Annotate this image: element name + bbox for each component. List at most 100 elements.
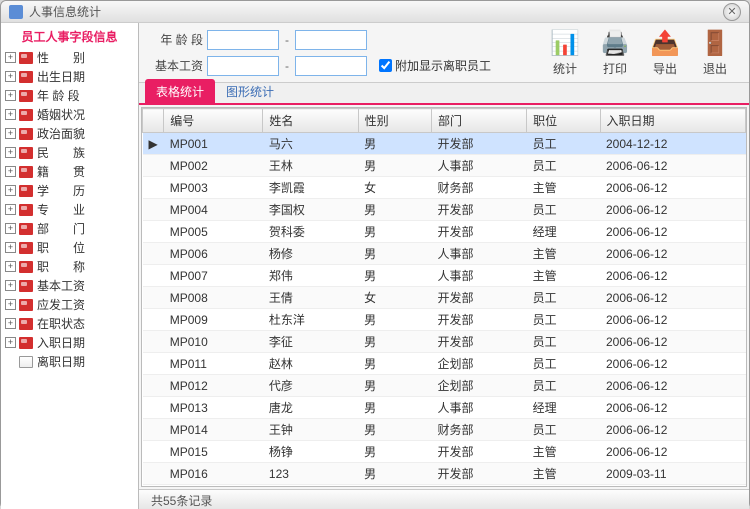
cell: 开发部: [431, 287, 526, 309]
column-header[interactable]: 编号: [164, 109, 263, 133]
tree-item[interactable]: +职 位: [1, 238, 138, 257]
expand-icon[interactable]: +: [5, 52, 16, 63]
table-row[interactable]: ▶MP001马六男开发部员工2004-12-12: [143, 133, 746, 155]
expand-icon[interactable]: +: [5, 109, 16, 120]
expand-icon[interactable]: +: [5, 204, 16, 215]
table-row[interactable]: MP013唐龙男人事部经理2006-06-12: [143, 397, 746, 419]
column-header[interactable]: 性别: [358, 109, 431, 133]
cell: MP011: [164, 353, 263, 375]
stats-button[interactable]: 📊统计: [549, 29, 581, 76]
tree-item[interactable]: +职 称: [1, 257, 138, 276]
cell: MP017: [164, 485, 263, 488]
cell: 开发部: [431, 309, 526, 331]
column-header[interactable]: 部门: [431, 109, 526, 133]
expand-icon[interactable]: +: [5, 71, 16, 82]
cell: 员工: [527, 133, 600, 155]
row-indicator: [143, 419, 164, 441]
tree-item[interactable]: + 政治面貌: [1, 124, 138, 143]
expand-icon[interactable]: +: [5, 223, 16, 234]
tree-item[interactable]: +入职日期: [1, 333, 138, 352]
cell: MP009: [164, 309, 263, 331]
print-button[interactable]: 🖨️打印: [599, 29, 631, 76]
cell: 唐龙: [263, 397, 358, 419]
expand-icon[interactable]: +: [5, 318, 16, 329]
tree-label: 在职状态: [37, 315, 85, 332]
exit-button[interactable]: 🚪退出: [699, 29, 731, 76]
tree-item[interactable]: +部 门: [1, 219, 138, 238]
expand-icon[interactable]: +: [5, 242, 16, 253]
expand-icon[interactable]: +: [5, 128, 16, 139]
table-row[interactable]: MP0171234男开发部主管2009-03-11: [143, 485, 746, 488]
salary-from-input[interactable]: [207, 56, 279, 76]
table-row[interactable]: MP005贺科委男开发部经理2006-06-12: [143, 221, 746, 243]
table-row[interactable]: MP012代彦男企划部员工2006-06-12: [143, 375, 746, 397]
column-header[interactable]: 入职日期: [600, 109, 746, 133]
expand-icon[interactable]: +: [5, 337, 16, 348]
cell: 马六: [263, 133, 358, 155]
show-leavers-input[interactable]: [379, 59, 392, 72]
salary-to-input[interactable]: [295, 56, 367, 76]
cell: 男: [358, 155, 431, 177]
cell: 2009-03-11: [600, 463, 746, 485]
cell: MP003: [164, 177, 263, 199]
age-from-input[interactable]: [207, 30, 279, 50]
cell: 2006-06-12: [600, 155, 746, 177]
folder-icon: [19, 52, 33, 64]
folder-icon: [19, 71, 33, 83]
tree-item[interactable]: +年 龄 段: [1, 86, 138, 105]
tree-item[interactable]: +学 历: [1, 181, 138, 200]
cell: 员工: [527, 353, 600, 375]
tree-item[interactable]: +籍 贯: [1, 162, 138, 181]
expand-icon[interactable]: +: [5, 147, 16, 158]
cell: 男: [358, 309, 431, 331]
tree-item[interactable]: 离职日期: [1, 352, 138, 371]
expand-icon[interactable]: +: [5, 261, 16, 272]
titlebar: 人事信息统计 ✕: [1, 1, 749, 23]
table-row[interactable]: MP003李凯霞女财务部主管2006-06-12: [143, 177, 746, 199]
tree-item[interactable]: +婚姻状况: [1, 105, 138, 124]
cell: 男: [358, 331, 431, 353]
expand-icon[interactable]: +: [5, 280, 16, 291]
tree-item[interactable]: +应发工资: [1, 295, 138, 314]
expand-icon[interactable]: +: [5, 299, 16, 310]
row-indicator: [143, 287, 164, 309]
table-row[interactable]: MP016123男开发部主管2009-03-11: [143, 463, 746, 485]
cell: MP013: [164, 397, 263, 419]
cell: 2006-06-12: [600, 353, 746, 375]
tree-item[interactable]: +民 族: [1, 143, 138, 162]
age-to-input[interactable]: [295, 30, 367, 50]
export-button[interactable]: 📤导出: [649, 29, 681, 76]
table-row[interactable]: MP006杨修男人事部主管2006-06-12: [143, 243, 746, 265]
cell: 男: [358, 463, 431, 485]
show-leavers-checkbox[interactable]: 附加显示离职员工: [379, 57, 491, 74]
tree-item[interactable]: +专 业: [1, 200, 138, 219]
table-row[interactable]: MP011赵林男企划部员工2006-06-12: [143, 353, 746, 375]
table-row[interactable]: MP014王钟男财务部员工2006-06-12: [143, 419, 746, 441]
expand-icon[interactable]: +: [5, 90, 16, 101]
cell: 员工: [527, 199, 600, 221]
expand-icon[interactable]: [5, 356, 16, 367]
table-row[interactable]: MP009杜东洋男开发部员工2006-06-12: [143, 309, 746, 331]
row-indicator: [143, 199, 164, 221]
data-grid[interactable]: 编号姓名性别部门职位入职日期 ▶MP001马六男开发部员工2004-12-12M…: [141, 107, 747, 487]
close-button[interactable]: ✕: [723, 3, 741, 21]
tab-chart[interactable]: 图形统计: [215, 79, 285, 103]
column-header[interactable]: 职位: [527, 109, 600, 133]
tree-label: 政治面貌: [37, 125, 85, 142]
tree-item[interactable]: +基本工资: [1, 276, 138, 295]
column-header[interactable]: 姓名: [263, 109, 358, 133]
expand-icon[interactable]: +: [5, 166, 16, 177]
table-row[interactable]: MP004李国权男开发部员工2006-06-12: [143, 199, 746, 221]
tab-table[interactable]: 表格统计: [145, 79, 215, 103]
table-row[interactable]: MP007郑伟男人事部主管2006-06-12: [143, 265, 746, 287]
table-row[interactable]: MP008王倩女开发部员工2006-06-12: [143, 287, 746, 309]
tree-item[interactable]: +出生日期: [1, 67, 138, 86]
folder-icon: [19, 318, 33, 330]
table-row[interactable]: MP002王林男人事部员工2006-06-12: [143, 155, 746, 177]
table-row[interactable]: MP010李征男开发部员工2006-06-12: [143, 331, 746, 353]
table-row[interactable]: MP015杨铮男开发部主管2006-06-12: [143, 441, 746, 463]
row-indicator: [143, 463, 164, 485]
tree-item[interactable]: + 在职状态: [1, 314, 138, 333]
tree-item[interactable]: +性 别: [1, 48, 138, 67]
expand-icon[interactable]: +: [5, 185, 16, 196]
